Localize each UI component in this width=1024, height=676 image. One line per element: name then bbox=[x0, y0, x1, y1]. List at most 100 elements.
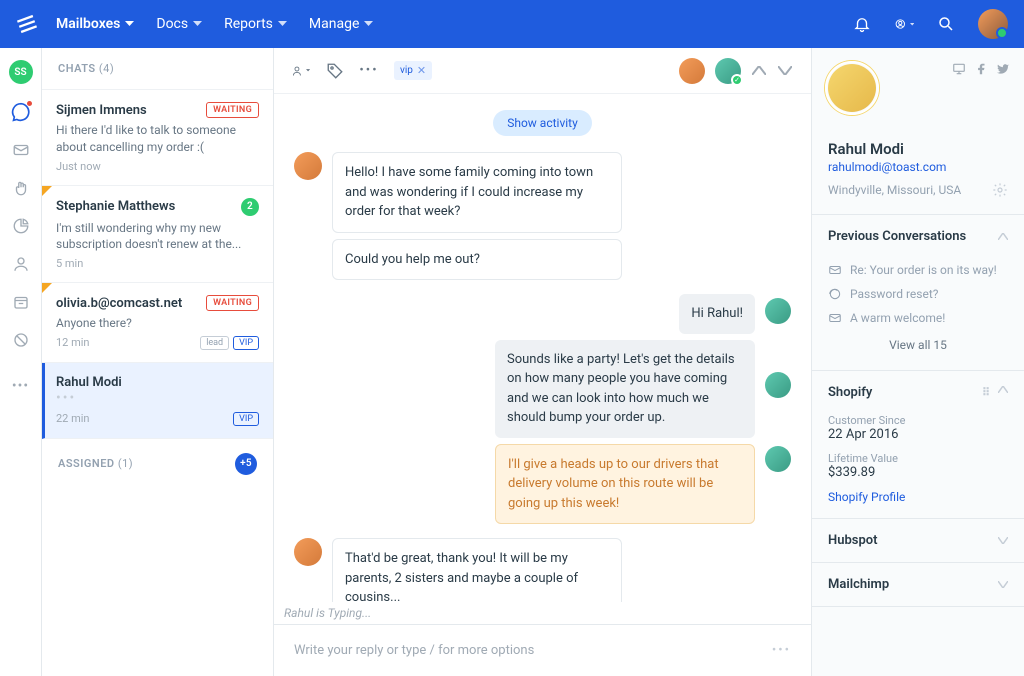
chevron-down-icon[interactable] bbox=[777, 63, 793, 79]
vip-tag: vip✕ bbox=[394, 61, 432, 80]
globe-icon[interactable] bbox=[894, 14, 914, 34]
shop-value: 22 Apr 2016 bbox=[828, 427, 1008, 442]
hubspot-section: Hubspot bbox=[812, 519, 1024, 563]
profile-name: Rahul Modi bbox=[828, 140, 1008, 158]
envelope-icon[interactable] bbox=[11, 140, 31, 160]
customer-message: Could you help me out? bbox=[332, 239, 622, 281]
customer-avatar bbox=[294, 152, 322, 180]
monitor-icon[interactable] bbox=[952, 62, 966, 76]
agent-message: Hi Rahul! bbox=[679, 294, 755, 334]
section-header[interactable]: Previous Conversations bbox=[812, 215, 1024, 258]
prev-convo-item[interactable]: A warm welcome! bbox=[828, 306, 1008, 330]
chat-time: 22 min bbox=[56, 412, 90, 425]
hand-icon[interactable] bbox=[11, 178, 31, 198]
topbar: Mailboxes Docs Reports Manage bbox=[0, 0, 1024, 48]
chat-icon[interactable] bbox=[11, 102, 31, 122]
participant-avatar[interactable]: ✓ bbox=[715, 58, 741, 84]
sidepanel: Rahul Modi rahulmodi@toast.com Windyvill… bbox=[811, 48, 1024, 676]
drag-icon[interactable]: ⠿ bbox=[982, 386, 990, 399]
customer-message: That'd be great, thank you! It will be m… bbox=[332, 538, 622, 602]
chart-icon[interactable] bbox=[11, 216, 31, 236]
user-avatar[interactable] bbox=[978, 9, 1008, 39]
prev-convo-item[interactable]: Re: Your order is on its way! bbox=[828, 258, 1008, 282]
chat-item[interactable]: Sijmen Immens WAITING Hi there I'd like t… bbox=[42, 90, 273, 186]
tag-lead: lead bbox=[200, 336, 229, 350]
note-message: I'll give a heads up to our drivers that… bbox=[495, 444, 755, 525]
assign-icon[interactable] bbox=[292, 62, 310, 80]
section-header[interactable]: Hubspot bbox=[812, 519, 1024, 562]
assigned-header[interactable]: ASSIGNED (1) +5 bbox=[42, 439, 273, 489]
reply-box[interactable]: Write your reply or type / for more opti… bbox=[274, 624, 811, 676]
typing-dots-icon: ••• bbox=[56, 394, 259, 402]
conversation: ••• vip✕ ✓ Show activity Hello! I have s… bbox=[274, 48, 811, 676]
tag-icon[interactable] bbox=[326, 62, 344, 80]
chevron-down-icon bbox=[998, 537, 1008, 544]
nav-reports[interactable]: Reports bbox=[224, 16, 287, 32]
twitter-icon[interactable] bbox=[996, 62, 1010, 76]
profile-card: Rahul Modi rahulmodi@toast.com Windyvill… bbox=[812, 48, 1024, 215]
badge-waiting: WAITING bbox=[206, 102, 259, 118]
blocked-icon[interactable] bbox=[11, 330, 31, 350]
more-icon[interactable]: ••• bbox=[360, 62, 378, 80]
convo-toolbar: ••• vip✕ ✓ bbox=[274, 48, 811, 94]
more-icon[interactable]: ••• bbox=[772, 643, 791, 658]
main: SS ••• CHATS (4) Sijmen ImmensWAITING Hi… bbox=[0, 48, 1024, 676]
chat-preview: Anyone there? bbox=[56, 315, 259, 332]
nav-docs[interactable]: Docs bbox=[156, 16, 202, 32]
shopify-section: Shopify⠿ Customer Since 22 Apr 2016 Life… bbox=[812, 371, 1024, 519]
section-header[interactable]: Shopify⠿ bbox=[812, 371, 1024, 414]
chat-name: Sijmen Immens bbox=[56, 103, 147, 118]
agent-avatar bbox=[765, 372, 791, 398]
search-icon[interactable] bbox=[936, 14, 956, 34]
profile-location: Windyville, Missouri, USA bbox=[828, 183, 961, 197]
chevron-up-icon[interactable] bbox=[751, 63, 767, 79]
convo-body: Show activity Hello! I have some family … bbox=[274, 94, 811, 602]
person-icon[interactable] bbox=[11, 254, 31, 274]
shop-label: Lifetime Value bbox=[828, 452, 1008, 465]
prev-convo-item[interactable]: Password reset? bbox=[828, 282, 1008, 306]
show-activity-button[interactable]: Show activity bbox=[493, 110, 592, 136]
chevron-up-icon bbox=[998, 233, 1008, 240]
customer-avatar bbox=[294, 538, 322, 566]
typing-indicator: Rahul is Typing... bbox=[274, 602, 811, 624]
chat-preview: Hi there I'd like to talk to someone abo… bbox=[56, 122, 259, 156]
chat-time: 5 min bbox=[56, 257, 259, 270]
chat-item[interactable]: Stephanie Matthews2 I'm still wondering … bbox=[42, 186, 273, 284]
chat-item[interactable]: olivia.b@comcast.netWAITING Anyone there… bbox=[42, 283, 273, 363]
shop-value: $339.89 bbox=[828, 465, 1008, 480]
top-right bbox=[852, 9, 1008, 39]
rail: SS ••• bbox=[0, 48, 42, 676]
nav-manage[interactable]: Manage bbox=[309, 16, 373, 32]
mailchimp-section: Mailchimp bbox=[812, 563, 1024, 607]
agent-avatar bbox=[765, 446, 791, 472]
chat-item-selected[interactable]: Rahul Modi ••• 22 minVIP bbox=[42, 363, 273, 439]
participant-avatar[interactable] bbox=[679, 58, 705, 84]
corner-flag-icon bbox=[42, 186, 52, 196]
prev-convos-section: Previous Conversations Re: Your order is… bbox=[812, 215, 1024, 371]
chat-time: Just now bbox=[56, 160, 259, 173]
archive-icon[interactable] bbox=[11, 292, 31, 312]
agent-avatar bbox=[765, 298, 791, 324]
profile-email[interactable]: rahulmodi@toast.com bbox=[828, 160, 1008, 174]
chevron-up-icon bbox=[998, 386, 1008, 399]
nav-mailboxes[interactable]: Mailboxes bbox=[56, 16, 134, 32]
chat-preview: I'm still wondering why my new subscript… bbox=[56, 220, 259, 254]
customer-message: Hello! I have some family coming into to… bbox=[332, 152, 622, 233]
badge-count: 2 bbox=[241, 198, 259, 216]
view-all-link[interactable]: View all 15 bbox=[828, 330, 1008, 356]
chat-time: 12 min bbox=[56, 336, 90, 349]
rail-avatar[interactable]: SS bbox=[9, 60, 33, 84]
section-header[interactable]: Mailchimp bbox=[812, 563, 1024, 606]
more-icon[interactable]: ••• bbox=[11, 376, 31, 396]
shop-label: Customer Since bbox=[828, 414, 1008, 427]
chatlist: CHATS (4) Sijmen ImmensWAITING Hi there … bbox=[42, 48, 274, 676]
profile-avatar bbox=[828, 64, 876, 112]
gear-icon[interactable] bbox=[992, 182, 1008, 198]
chevron-down-icon bbox=[998, 581, 1008, 588]
facebook-icon[interactable] bbox=[974, 62, 988, 76]
shopify-profile-link[interactable]: Shopify Profile bbox=[828, 490, 1008, 504]
app-logo[interactable] bbox=[16, 13, 38, 35]
chat-name: Rahul Modi bbox=[56, 375, 122, 390]
bell-icon[interactable] bbox=[852, 14, 872, 34]
close-icon[interactable]: ✕ bbox=[417, 64, 426, 77]
